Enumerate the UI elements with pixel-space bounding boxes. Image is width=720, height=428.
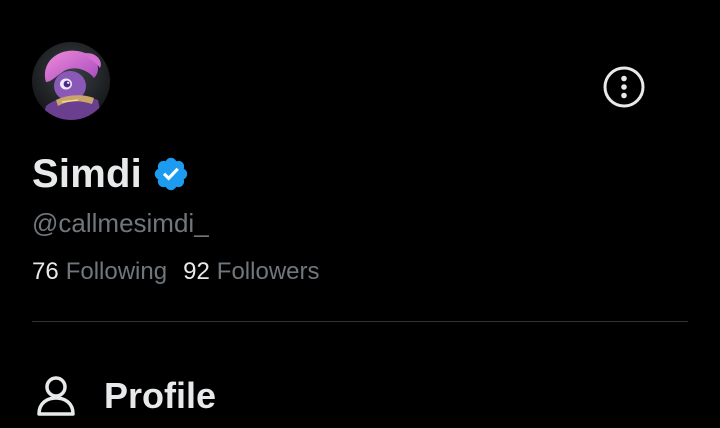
following-link[interactable]: 76 Following <box>32 258 167 286</box>
user-handle: @callmesimdi_ <box>32 208 209 238</box>
verified-badge-icon[interactable] <box>152 155 190 193</box>
nav-label-profile: Profile <box>104 375 217 416</box>
name-row: Simdi <box>32 148 190 200</box>
more-options-icon <box>603 66 645 108</box>
divider <box>32 321 688 322</box>
avatar-image <box>32 42 110 120</box>
display-name: Simdi <box>32 151 142 196</box>
followers-count: 92 <box>183 258 210 285</box>
nav-item-profile[interactable]: Profile <box>32 368 216 424</box>
profile-stats: 76 Following 92 Followers <box>32 258 320 286</box>
avatar[interactable] <box>32 42 110 120</box>
following-count: 76 <box>32 258 59 285</box>
followers-label: Followers <box>216 258 320 285</box>
following-label: Following <box>65 258 168 285</box>
person-icon <box>32 372 80 420</box>
more-options-button[interactable] <box>602 65 646 109</box>
followers-link[interactable]: 92 Followers <box>183 258 319 286</box>
